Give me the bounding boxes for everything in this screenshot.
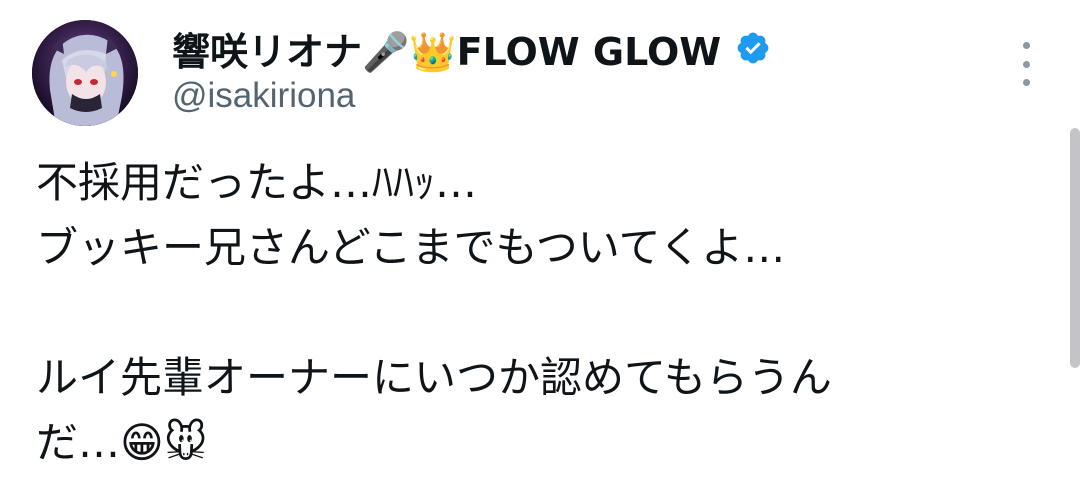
dot bbox=[1022, 60, 1030, 68]
avatar-image bbox=[32, 20, 138, 126]
more-options-icon[interactable] bbox=[1008, 42, 1044, 86]
tweet-text: 不採用だったよ…ﾊﾊｯ… ブッキー兄さんどこまでもついてくよ… ルイ先輩オーナー… bbox=[36, 158, 832, 467]
scrollbar[interactable] bbox=[1070, 128, 1080, 368]
author-handle[interactable]: @isakiriona bbox=[172, 76, 355, 116]
verified-badge-icon bbox=[735, 30, 771, 66]
author-name-row[interactable]: 響咲リオナ🎤👑FLOW GLOW bbox=[172, 18, 771, 78]
avatar[interactable] bbox=[32, 20, 138, 126]
dot bbox=[1022, 42, 1030, 49]
display-name[interactable]: 響咲リオナ🎤👑FLOW GLOW bbox=[172, 21, 721, 76]
dot bbox=[1022, 79, 1030, 86]
